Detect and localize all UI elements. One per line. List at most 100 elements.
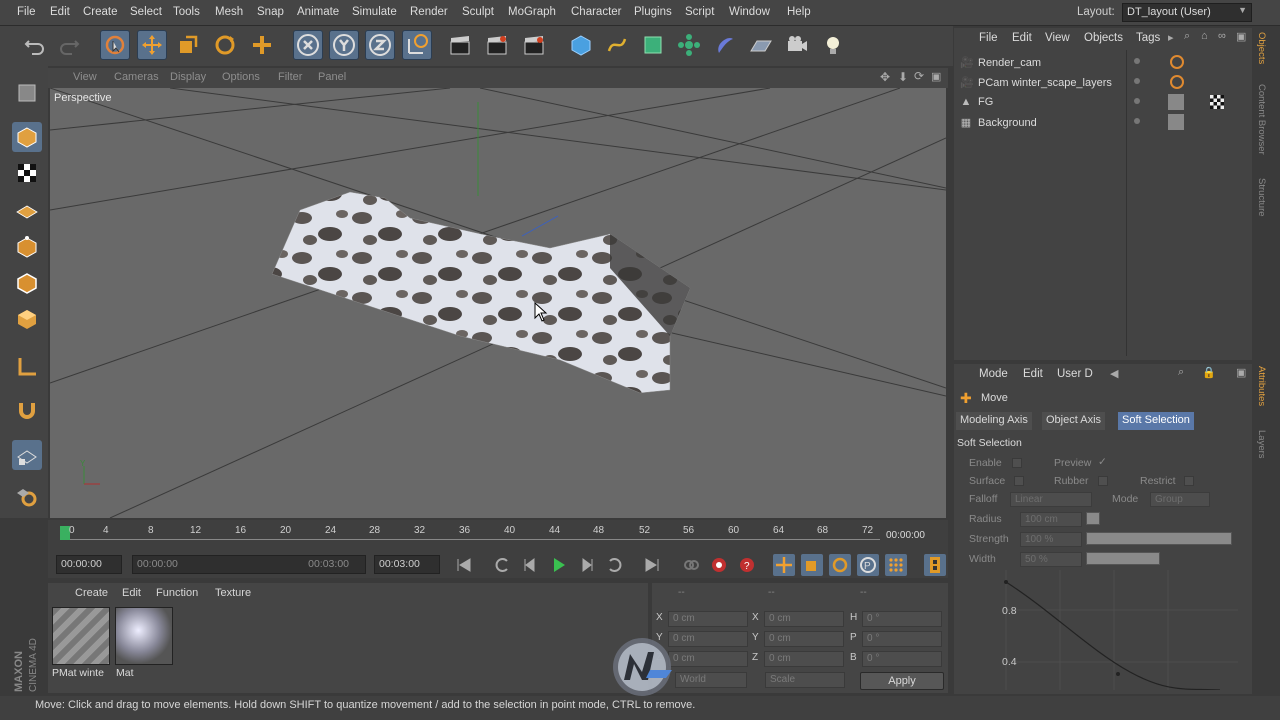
maximize-icon[interactable]: ▣ [1236, 366, 1246, 379]
menu-select[interactable]: Select [130, 6, 162, 18]
menu-animate[interactable]: Animate [297, 6, 339, 18]
layout-dropdown[interactable]: DT_layout (User) ▼ [1122, 3, 1252, 22]
record-active-button[interactable] [708, 554, 730, 576]
light-button[interactable] [818, 30, 848, 60]
tab-modeling-axis[interactable]: Modeling Axis [956, 412, 1032, 430]
timeline-window-button[interactable] [924, 554, 946, 576]
visibility-dot[interactable] [1134, 78, 1140, 84]
maximize-view-icon[interactable]: ▣ [931, 70, 941, 83]
timeline-ruler[interactable]: 0 4 8 12 16 20 24 28 32 36 40 44 48 52 5… [48, 520, 948, 552]
menu-help[interactable]: Help [787, 6, 811, 18]
subdivision-button[interactable] [638, 30, 668, 60]
snap-button[interactable] [12, 396, 42, 426]
width-slider[interactable] [1086, 552, 1160, 565]
preview-range-slider[interactable]: 00:00:00 00:03:00 [132, 555, 366, 574]
viewport-menu-options[interactable]: Options [222, 71, 260, 83]
camera-button[interactable] [782, 30, 812, 60]
mode-dropdown[interactable]: Group [1150, 492, 1210, 507]
render-picture-viewer-button[interactable] [482, 30, 512, 60]
curve-point[interactable] [1004, 580, 1008, 584]
maximize-icon[interactable]: ▣ [1236, 30, 1246, 43]
key-position-button[interactable] [773, 554, 795, 576]
x-axis-button[interactable] [293, 30, 323, 60]
attributes-menu-mode[interactable]: Mode [979, 368, 1008, 380]
protection-tag-icon[interactable] [1170, 55, 1184, 69]
enable-checkbox[interactable] [1012, 458, 1022, 468]
coordinate-field[interactable]: 0 cm [764, 611, 844, 627]
key-rotation-button[interactable] [829, 554, 851, 576]
visibility-dot[interactable] [1134, 58, 1140, 64]
viewport-menu-filter[interactable]: Filter [278, 71, 302, 83]
record-keys-button[interactable] [680, 554, 702, 576]
side-tab-objects[interactable]: Objects [1256, 32, 1267, 64]
preview-check-icon[interactable]: ✓ [1098, 456, 1107, 468]
curve-point[interactable] [1116, 672, 1120, 676]
menu-tools[interactable]: Tools [173, 6, 200, 18]
coordinate-field[interactable]: 0 cm [668, 611, 748, 627]
redo-button[interactable] [54, 30, 84, 60]
workplane-mode-button[interactable] [12, 195, 42, 225]
move-tool-button[interactable] [137, 30, 167, 60]
make-editable-button[interactable] [12, 78, 42, 108]
menu-mesh[interactable]: Mesh [215, 6, 243, 18]
viewport-menu-panel[interactable]: Panel [318, 71, 346, 83]
menu-file[interactable]: File [17, 6, 36, 18]
home-icon[interactable]: ⌂ [1201, 30, 1208, 42]
surface-checkbox[interactable] [1014, 476, 1024, 486]
objects-menu-file[interactable]: File [979, 32, 998, 44]
floor-button[interactable] [746, 30, 776, 60]
search-icon[interactable]: ⌕ [1184, 30, 1190, 43]
points-mode-button[interactable] [12, 232, 42, 262]
z-axis-button[interactable] [365, 30, 395, 60]
end-time-field[interactable]: 00:03:00 [374, 555, 440, 574]
texture-tag-icon[interactable] [1168, 114, 1184, 130]
back-arrow-icon[interactable]: ◀ [1110, 367, 1118, 380]
link-icon[interactable]: ∞ [1218, 30, 1226, 42]
live-selection-button[interactable] [100, 30, 130, 60]
3d-viewport[interactable]: Y Perspective [50, 88, 946, 518]
size-mode-dropdown[interactable]: Scale [765, 672, 845, 688]
radius-slider[interactable] [1086, 512, 1100, 525]
object-row[interactable]: ▦ Background [960, 116, 1130, 134]
material-menu-edit[interactable]: Edit [122, 587, 141, 599]
texture-mode-button[interactable] [12, 158, 42, 188]
menu-script[interactable]: Script [685, 6, 714, 18]
objects-menu-objects[interactable]: Objects [1084, 32, 1123, 44]
menu-plugins[interactable]: Plugins [634, 6, 672, 18]
next-frame-button[interactable] [576, 554, 598, 576]
go-to-start-button[interactable] [453, 554, 475, 576]
axis-mode-button[interactable] [12, 352, 42, 382]
pan-view-icon[interactable]: ✥ [880, 70, 890, 84]
polygons-mode-button[interactable] [12, 304, 42, 334]
apply-button[interactable]: Apply [860, 672, 944, 690]
coordinate-field[interactable]: 0 cm [764, 631, 844, 647]
go-to-end-button[interactable] [641, 554, 663, 576]
key-point-level-button[interactable] [885, 554, 907, 576]
material-menu-texture[interactable]: Texture [215, 587, 251, 599]
spline-button[interactable] [602, 30, 632, 60]
visibility-dot[interactable] [1134, 98, 1140, 104]
viewport-menu-cameras[interactable]: Cameras [114, 71, 159, 83]
width-field[interactable]: 50 % [1020, 552, 1082, 567]
object-row[interactable]: 🎥 PCam winter_scape_layers [960, 76, 1130, 94]
coordinate-field[interactable]: 0 cm [764, 651, 844, 667]
menu-window[interactable]: Window [729, 6, 770, 18]
menu-render[interactable]: Render [410, 6, 448, 18]
array-button[interactable] [674, 30, 704, 60]
objects-menu-tags[interactable]: Tags [1136, 32, 1160, 44]
material-swatch[interactable] [115, 607, 173, 665]
locked-workplane-button[interactable] [12, 482, 42, 512]
workplane-lock-button[interactable] [12, 440, 42, 470]
previous-frame-button[interactable] [519, 554, 541, 576]
side-tab-content-browser[interactable]: Content Browser [1256, 84, 1267, 155]
chevron-right-icon[interactable]: ▸ [1168, 31, 1174, 44]
undo-button[interactable] [20, 30, 50, 60]
side-tab-attributes[interactable]: Attributes [1256, 366, 1267, 406]
material-menu-function[interactable]: Function [156, 587, 198, 599]
next-key-button[interactable] [604, 554, 626, 576]
coordinate-system-button[interactable] [402, 30, 432, 60]
menu-simulate[interactable]: Simulate [352, 6, 397, 18]
object-row[interactable]: ▲ FG [960, 96, 1130, 114]
add-tool-button[interactable] [247, 30, 277, 60]
edges-mode-button[interactable] [12, 268, 42, 298]
